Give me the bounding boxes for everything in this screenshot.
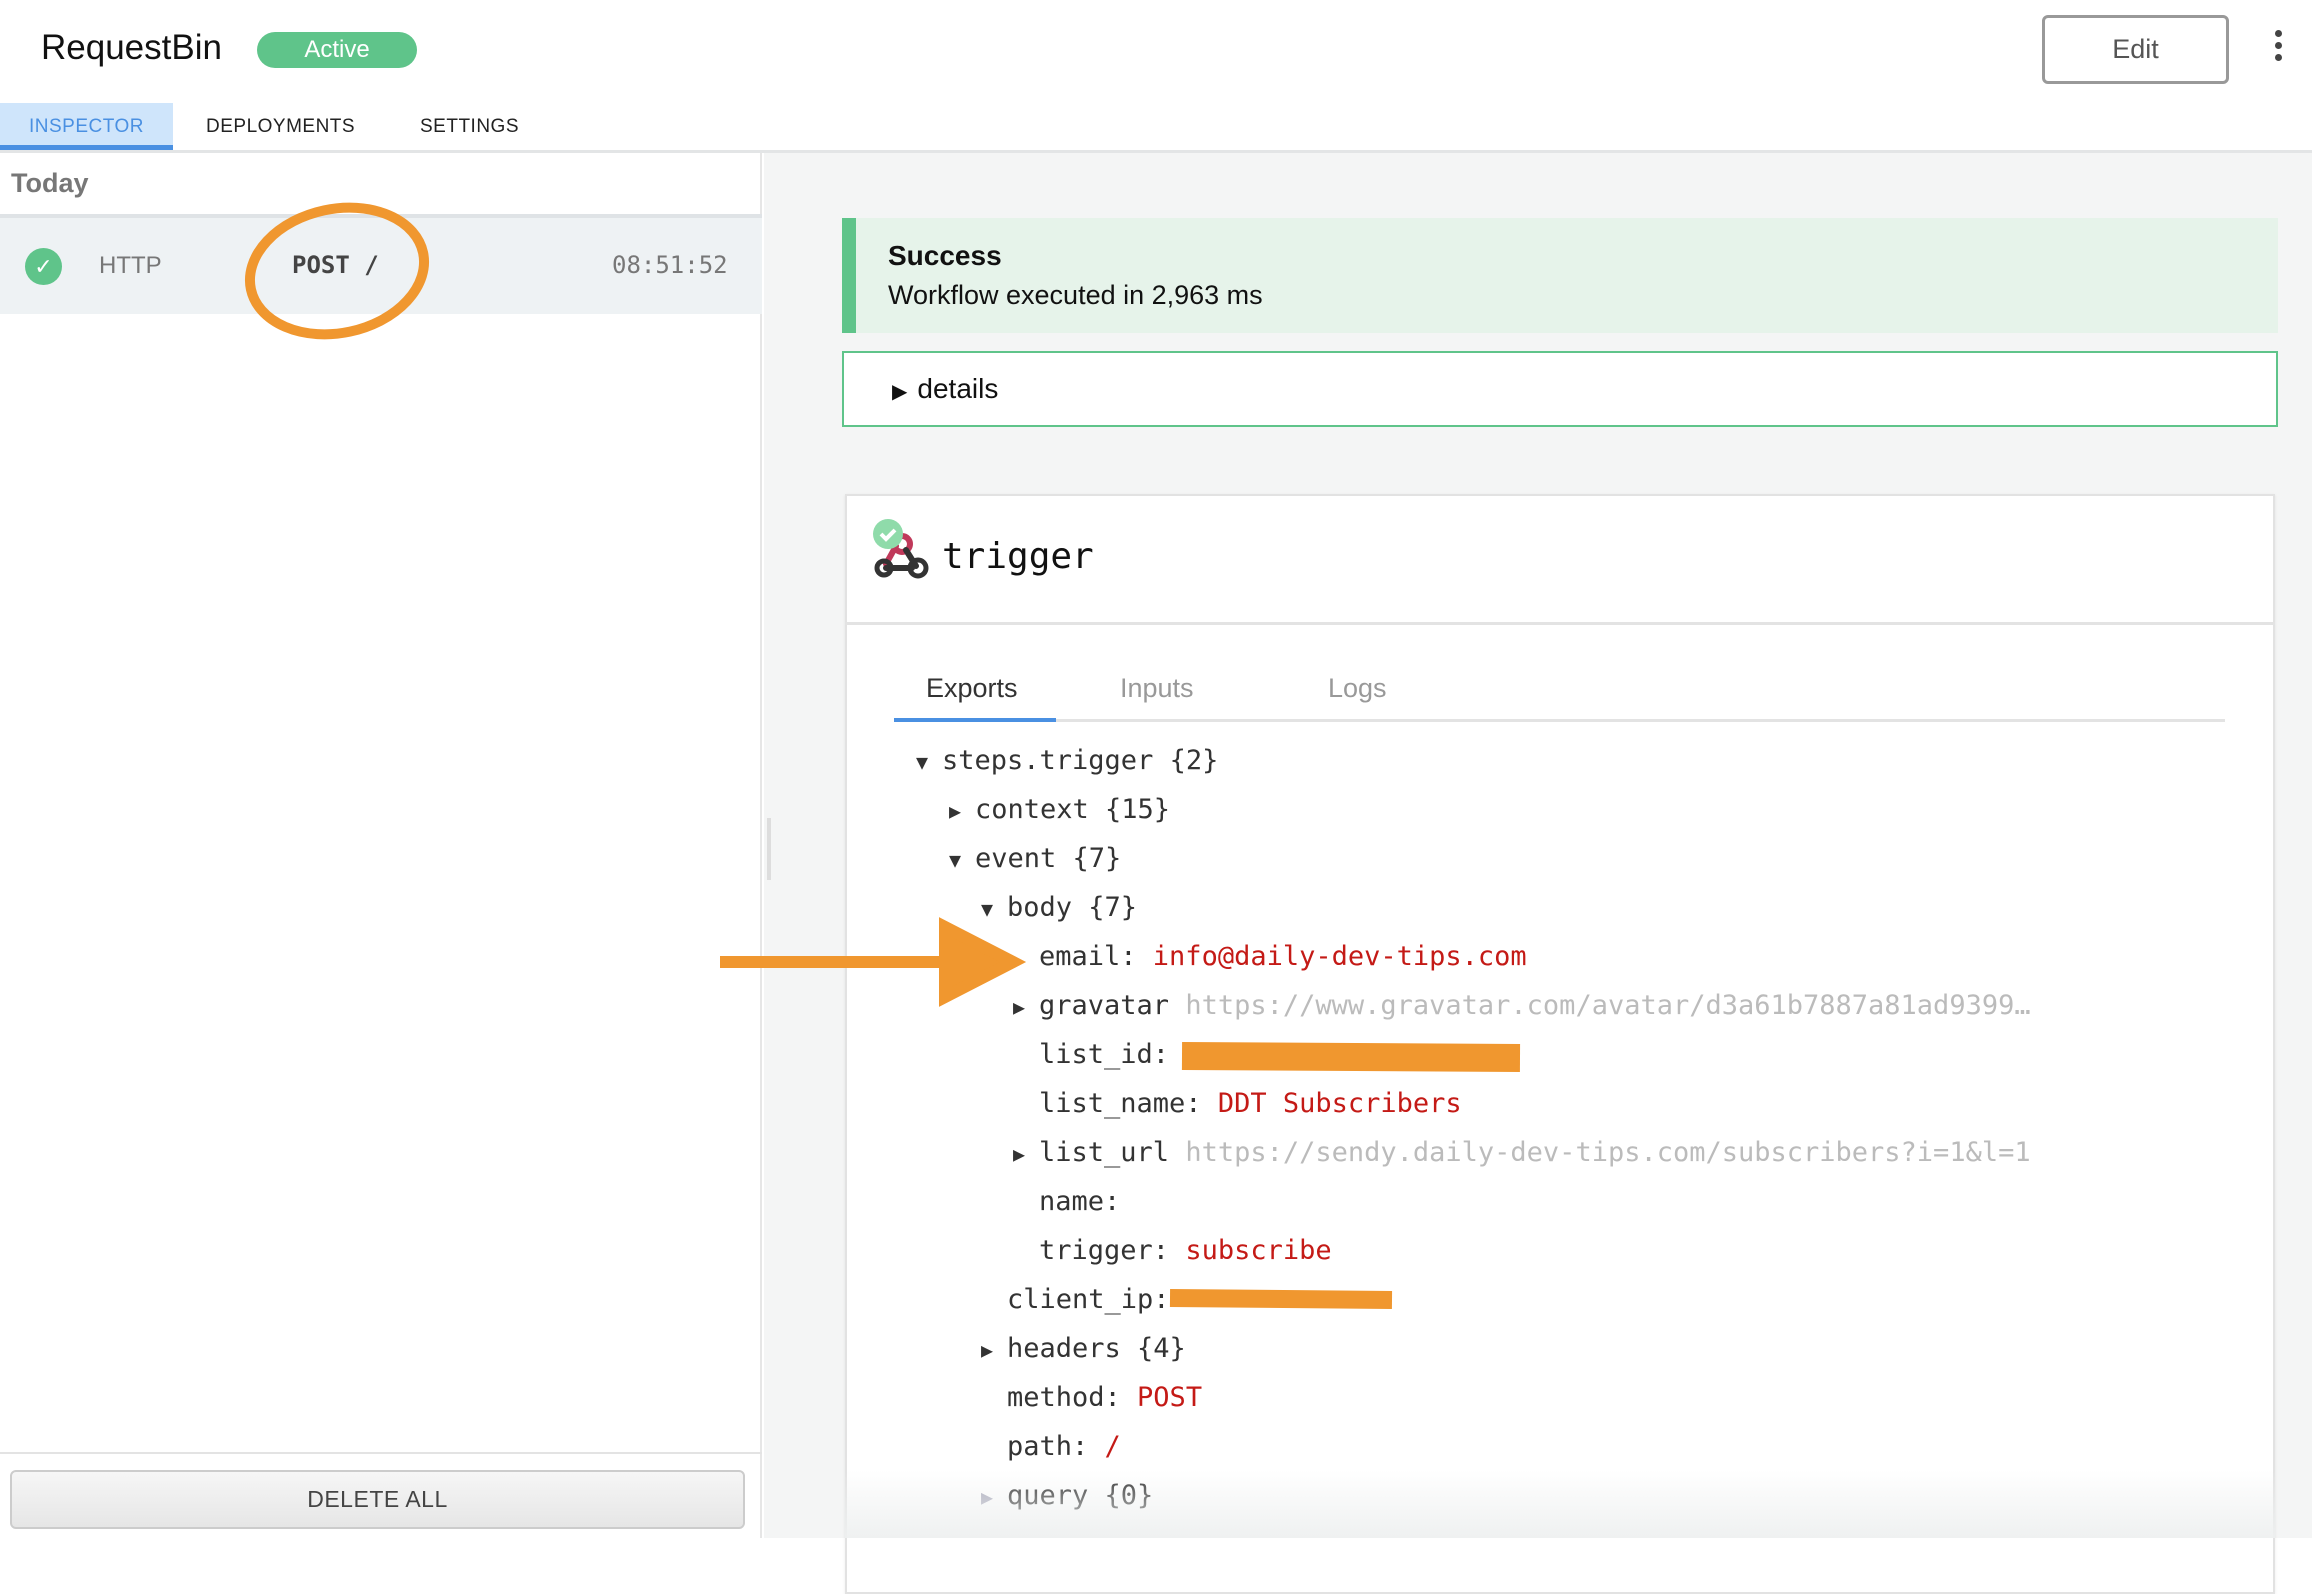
success-banner: Success Workflow executed in 2,963 ms — [842, 218, 2278, 333]
details-label: details — [917, 373, 999, 404]
tree-node[interactable]: ▼ body {7} — [981, 888, 1138, 928]
tree-key: event {7} — [975, 843, 1122, 874]
tree-key: client_ip: — [1007, 1284, 1170, 1315]
tree-node: list_id: — [1039, 1035, 1169, 1075]
event-time: 08:51:52 — [612, 251, 728, 279]
success-message: Workflow executed in 2,963 ms — [888, 280, 1263, 310]
details-toggle[interactable]: ▶ details — [842, 351, 2278, 427]
app-title: RequestBin — [41, 28, 222, 67]
tree-value: subscribe — [1185, 1235, 1332, 1266]
tree-node[interactable]: ▼ event {7} — [949, 839, 1122, 879]
step-name: trigger — [942, 536, 1094, 577]
tree-key: headers {4} — [1007, 1333, 1186, 1364]
tab-exports[interactable]: Exports — [926, 673, 1018, 704]
event-sidebar — [0, 153, 762, 1538]
tree-value: / — [1104, 1431, 1121, 1462]
tree-key: list_id: — [1039, 1039, 1170, 1070]
tab-logs[interactable]: Logs — [1328, 673, 1387, 704]
tree-node: name: — [1039, 1182, 1120, 1222]
tree-key: gravatar — [1039, 990, 1186, 1021]
caret-down-icon[interactable]: ▼ — [910, 742, 934, 782]
tree-node: method: POST — [1007, 1378, 1202, 1418]
tree-url[interactable]: https://www.gravatar.com/avatar/d3a61b78… — [1185, 990, 2030, 1021]
resize-handle[interactable] — [767, 818, 771, 880]
divider — [0, 1452, 762, 1454]
tab-deployments[interactable]: DEPLOYMENTS — [206, 103, 355, 150]
caret-right-icon: ▶ — [892, 381, 908, 403]
tree-key: path: — [1007, 1431, 1105, 1462]
tree-key: trigger: — [1039, 1235, 1186, 1266]
divider — [845, 622, 2275, 625]
kebab-icon[interactable] — [2268, 30, 2288, 70]
tree-node[interactable]: ▶ headers {4} — [981, 1329, 1186, 1369]
group-heading: Today — [11, 168, 89, 198]
tree-key: list_name: — [1039, 1088, 1218, 1119]
tree-node: list_name: DDT Subscribers — [1039, 1084, 1462, 1124]
status-badge: Active — [257, 32, 417, 68]
tree-node[interactable]: ▶ list_url https://sendy.daily-dev-tips.c… — [1013, 1133, 2031, 1173]
tab-inspector[interactable]: INSPECTOR — [0, 103, 173, 150]
caret-right-icon[interactable]: ▶ — [1007, 987, 1031, 1027]
tree-node: email: info@daily-dev-tips.com — [1039, 937, 1527, 977]
tree-node[interactable]: ▶ context {15} — [949, 790, 1171, 830]
tree-key: context {15} — [975, 794, 1171, 825]
tree-node: client_ip: — [1007, 1280, 1170, 1320]
edit-button[interactable]: Edit — [2042, 15, 2229, 84]
delete-all-button[interactable]: DELETE ALL — [10, 1470, 745, 1529]
tree-key: steps.trigger {2} — [942, 745, 1219, 776]
divider — [894, 719, 2225, 722]
tree-value: info@daily-dev-tips.com — [1152, 941, 1527, 972]
event-request: POST / — [292, 251, 379, 279]
scroll-fade — [845, 1470, 2275, 1538]
tree-url[interactable]: https://sendy.daily-dev-tips.com/subscri… — [1185, 1137, 2030, 1168]
caret-down-icon[interactable]: ▼ — [975, 889, 999, 929]
tree-value: DDT Subscribers — [1217, 1088, 1462, 1119]
tree-key: name: — [1039, 1186, 1121, 1217]
tree-key: email: — [1039, 941, 1153, 972]
caret-right-icon[interactable]: ▶ — [943, 791, 967, 831]
tree-node[interactable]: ▶ gravatar https://www.gravatar.com/avata… — [1013, 986, 2031, 1026]
tree-node: path: / — [1007, 1427, 1121, 1467]
tab-inputs[interactable]: Inputs — [1120, 673, 1194, 704]
caret-right-icon[interactable]: ▶ — [1007, 1134, 1031, 1174]
tree-key: list_url — [1039, 1137, 1186, 1168]
tree-node[interactable]: ▼ steps.trigger {2} — [916, 741, 1219, 781]
event-type: HTTP — [99, 252, 162, 279]
tree-node: trigger: subscribe — [1039, 1231, 1332, 1271]
tree-key: method: — [1007, 1382, 1138, 1413]
tree-key: body {7} — [1007, 892, 1138, 923]
tab-settings[interactable]: SETTINGS — [420, 103, 519, 150]
tree-value: POST — [1137, 1382, 1203, 1413]
caret-down-icon[interactable]: ▼ — [943, 840, 967, 880]
check-circle-icon: ✓ — [25, 248, 62, 285]
active-tab-indicator — [894, 718, 1056, 722]
success-title: Success — [888, 240, 1002, 271]
caret-right-icon[interactable]: ▶ — [975, 1330, 999, 1370]
webhook-icon — [873, 519, 929, 579]
